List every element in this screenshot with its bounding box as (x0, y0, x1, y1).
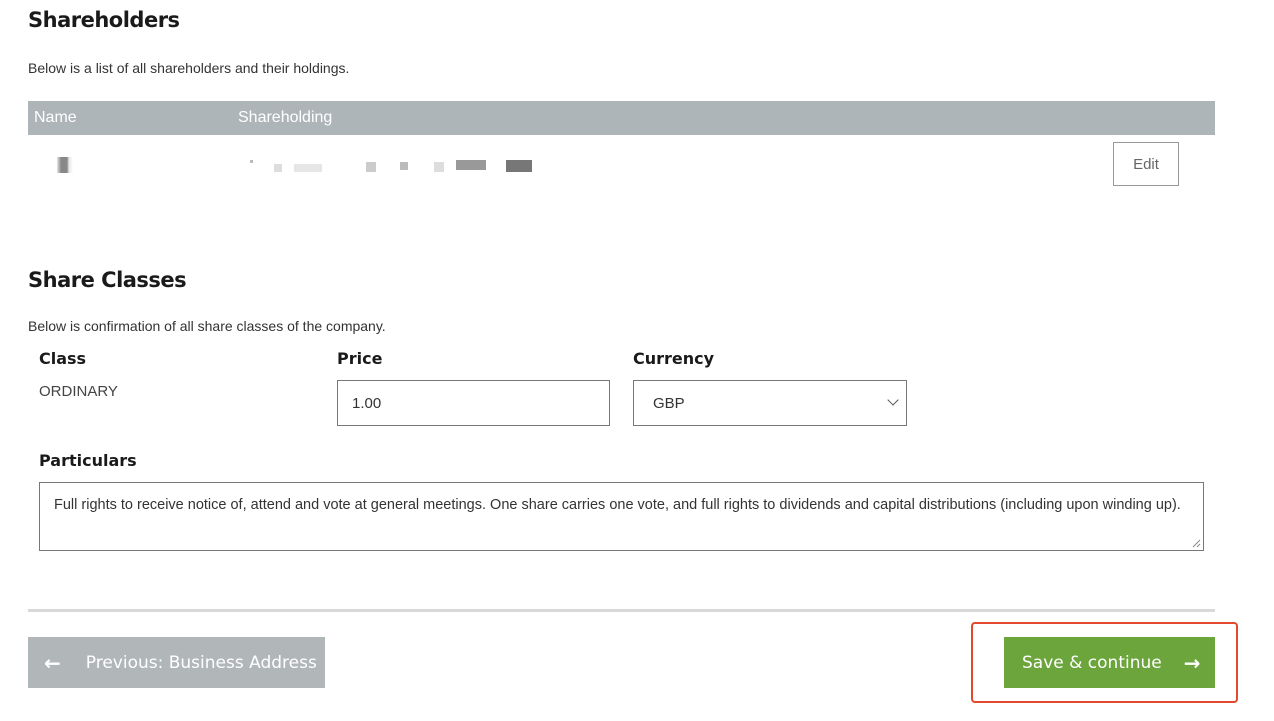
share-classes-intro: Below is confirmation of all share class… (28, 318, 386, 334)
class-value: ORDINARY (39, 383, 118, 400)
class-label: Class (39, 349, 87, 368)
share-classes-heading: Share Classes (28, 268, 187, 292)
chevron-down-icon (887, 394, 899, 406)
particulars-textarea[interactable]: Full rights to receive notice of, attend… (39, 482, 1204, 551)
shareholders-intro: Below is a list of all shareholders and … (28, 60, 350, 76)
shareholders-heading: Shareholders (28, 8, 180, 32)
previous-button-label: Previous: Business Address (85, 652, 317, 673)
arrow-right-icon: → (1183, 650, 1201, 675)
price-input[interactable] (337, 380, 610, 426)
resize-handle-icon[interactable] (1191, 538, 1201, 548)
save-and-continue-button[interactable]: Save & continue → (1004, 637, 1215, 688)
currency-label: Currency (633, 349, 715, 368)
edit-shareholder-button[interactable]: Edit (1113, 142, 1179, 186)
currency-select[interactable]: GBP (633, 380, 907, 426)
save-button-label: Save & continue (1022, 652, 1162, 673)
price-label: Price (337, 349, 383, 368)
arrow-left-icon: ← (44, 650, 61, 675)
section-divider (28, 609, 1215, 612)
shareholders-table-header: Name Shareholding (28, 101, 1215, 135)
shareholding-redacted (244, 156, 534, 174)
column-header-shareholding: Shareholding (238, 109, 333, 126)
particulars-label: Particulars (39, 451, 137, 470)
previous-business-address-button[interactable]: ← Previous: Business Address (28, 637, 325, 688)
column-header-name: Name (34, 109, 77, 126)
currency-selected-value: GBP (653, 395, 685, 412)
shareholder-name-redacted (33, 157, 105, 173)
